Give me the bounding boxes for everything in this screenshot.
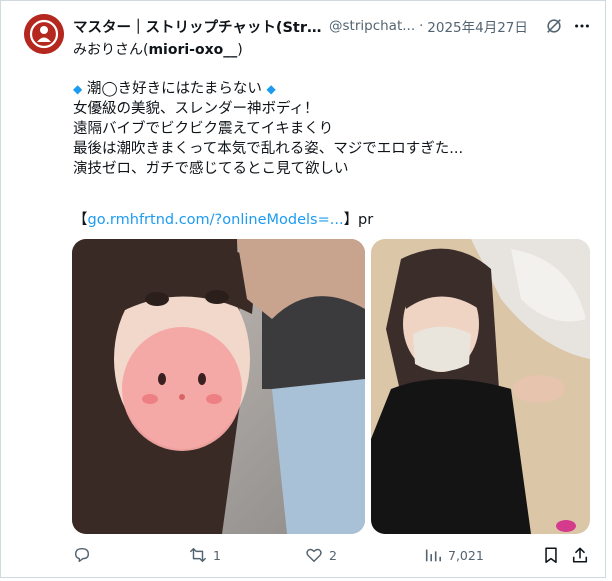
subname: みおりさん(miori-oxo__) xyxy=(73,39,243,59)
photo-1[interactable] xyxy=(72,239,365,534)
reply-icon xyxy=(74,547,90,563)
views-count: 7,021 xyxy=(448,547,484,563)
avatar[interactable] xyxy=(24,14,64,54)
body-line-5: 演技ゼロ、ガチで感じてるとこ見て欲しい xyxy=(73,161,349,177)
grok-icon[interactable] xyxy=(545,17,563,35)
heart-icon xyxy=(306,548,322,563)
photo-1-image xyxy=(72,239,365,534)
photo-2[interactable] xyxy=(371,239,590,534)
reply-button[interactable] xyxy=(73,544,97,566)
separator-dot: · xyxy=(419,18,424,34)
retweet-icon xyxy=(190,547,206,563)
tweet-header: マスター｜ストリップチャット(Stri... @stripchat... · 2… xyxy=(73,15,593,37)
body-line-4: 最後は潮吹きまくって本気で乱れる姿、マジでエロすぎた... xyxy=(73,141,464,157)
tweet-body: ◆ 潮◯き好きにはたまらない ◆ 女優級の美貌、スレンダー神ボディ！ 遠隔バイブ… xyxy=(73,79,593,179)
retweet-count: 1 xyxy=(213,547,221,563)
display-name[interactable]: マスター｜ストリップチャット(Stri... xyxy=(73,16,323,37)
body-line-text: 潮◯き好きにはたまらない xyxy=(86,81,262,97)
views-button[interactable]: 7,021 xyxy=(424,544,484,566)
views-icon xyxy=(425,549,442,562)
like-count: 2 xyxy=(329,547,337,563)
link-open-bracket: 【 xyxy=(73,212,88,228)
tweet-card[interactable]: マスター｜ストリップチャット(Stri... @stripchat... · 2… xyxy=(0,0,606,578)
share-button[interactable] xyxy=(571,544,595,566)
user-handle[interactable]: @stripchat... xyxy=(329,18,415,34)
stripchat-logo-icon xyxy=(24,14,64,54)
link-close-bracket: 】pr xyxy=(343,212,374,228)
more-icon[interactable] xyxy=(573,17,591,35)
photo-2-image xyxy=(371,239,590,534)
like-button[interactable]: 2 xyxy=(305,544,337,566)
subname-bold: miori-oxo__ xyxy=(148,42,238,58)
link-line: 【go.rmhfrtnd.com/?onlineModels=...】pr xyxy=(73,208,373,229)
bookmark-button[interactable] xyxy=(542,544,566,566)
diamond-icon: ◆ xyxy=(266,82,276,96)
diamond-icon: ◆ xyxy=(73,82,83,96)
subname-prefix: みおりさん( xyxy=(73,42,149,58)
body-line-2: 女優級の美貌、スレンダー神ボディ！ xyxy=(73,101,319,117)
external-link[interactable]: go.rmhfrtnd.com/?onlineModels=... xyxy=(88,212,344,228)
media-grid xyxy=(72,239,590,534)
bookmark-icon xyxy=(545,547,557,563)
share-icon xyxy=(572,547,588,563)
subname-suffix: ) xyxy=(237,42,243,58)
body-line-3: 遠隔バイブでビクビク震えてイキまくり xyxy=(73,121,334,137)
tweet-date[interactable]: 2025年4月27日 xyxy=(427,16,528,36)
retweet-button[interactable]: 1 xyxy=(189,544,221,566)
action-bar: 1 2 7,021 xyxy=(73,544,593,566)
body-line-1: ◆ 潮◯き好きにはたまらない ◆ xyxy=(73,79,593,99)
